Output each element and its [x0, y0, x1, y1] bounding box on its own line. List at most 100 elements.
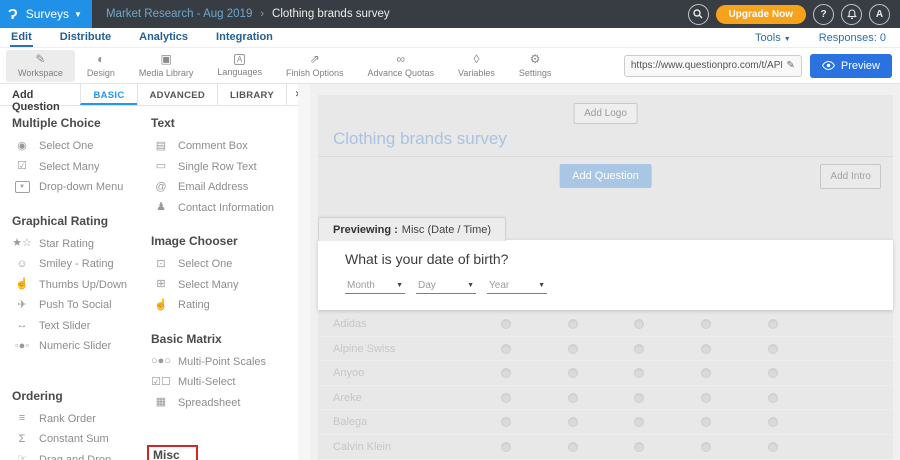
preview-button[interactable]: Preview: [810, 54, 892, 78]
question-type-select-one[interactable]: ◉Select One: [12, 136, 145, 157]
matrix-radio[interactable]: [634, 393, 644, 403]
question-type-drag-and-drop[interactable]: ☞Drag and Drop: [12, 450, 145, 460]
contact-icon: ♟: [151, 202, 171, 213]
question-type-select-many[interactable]: ⊞Select Many: [151, 275, 298, 296]
matrix-radio[interactable]: [501, 417, 511, 427]
matrix-radio[interactable]: [701, 417, 711, 427]
nav-link-distribute[interactable]: Distribute: [59, 29, 112, 47]
question-type-label: Push To Social: [39, 299, 112, 311]
day-dropdown[interactable]: Day▼: [416, 280, 476, 294]
month-dropdown[interactable]: Month▼: [345, 280, 405, 294]
matrix-radio[interactable]: [634, 368, 644, 378]
add-question-button[interactable]: Add Question: [559, 164, 652, 188]
matrix-radio[interactable]: [568, 393, 578, 403]
matrix-radio[interactable]: [768, 344, 778, 354]
survey-url[interactable]: https://www.questionpro.com/t/APNrfZ: [631, 60, 783, 71]
question-type-multi-point-scales[interactable]: ○●○Multi-Point Scales: [151, 352, 298, 373]
survey-url-box[interactable]: https://www.questionpro.com/t/APNrfZ ✎: [624, 55, 802, 77]
matrix-radio[interactable]: [701, 442, 711, 452]
toolbar-item-finish-options[interactable]: ⇗Finish Options: [274, 50, 356, 82]
app-logo-menu[interactable]: Ɂ Surveys ▼: [0, 0, 92, 28]
avatar[interactable]: A: [869, 4, 890, 25]
nav-link-edit[interactable]: Edit: [10, 29, 33, 47]
media-library-icon: ▣: [160, 53, 171, 66]
question-type-comment-box[interactable]: ▤Comment Box: [151, 136, 298, 157]
matrix-radio[interactable]: [568, 442, 578, 452]
header-divider: [318, 156, 893, 157]
panel-scroll-gutter[interactable]: [298, 84, 310, 460]
nav-links: Edit Distribute Analytics Integration: [0, 29, 274, 47]
add-logo-button[interactable]: Add Logo: [573, 103, 638, 124]
matrix-radio[interactable]: [568, 344, 578, 354]
matrix-radio[interactable]: [701, 368, 711, 378]
matrix-radio[interactable]: [501, 344, 511, 354]
toolbar-item-media-library[interactable]: ▣Media Library: [127, 50, 206, 82]
tools-menu[interactable]: Tools ▼: [755, 32, 791, 44]
toolbar-item-workspace[interactable]: ✎Workspace: [6, 50, 75, 82]
question-type-rank-order[interactable]: ≡Rank Order: [12, 409, 145, 430]
question-type-numeric-slider[interactable]: ◦●◦Numeric Slider: [12, 336, 145, 357]
matrix-radio[interactable]: [501, 393, 511, 403]
question-type-push-to-social[interactable]: ✈Push To Social: [12, 295, 145, 316]
matrix-radio[interactable]: [501, 442, 511, 452]
question-type-multi-select[interactable]: ☑☐Multi-Select: [151, 372, 298, 393]
question-mark-icon: ?: [820, 9, 826, 20]
matrix-radio[interactable]: [768, 442, 778, 452]
section-text: Text▤Comment Box▭Single Row Text@Email A…: [151, 116, 298, 218]
question-type-email-address[interactable]: @Email Address: [151, 177, 298, 198]
toolbar-item-variables[interactable]: ◊Variables: [446, 50, 507, 82]
question-type-contact-information[interactable]: ♟Contact Information: [151, 198, 298, 219]
toolbar-item-languages[interactable]: ALanguages: [205, 50, 274, 82]
toolbar-item-advance-quotas[interactable]: ∞Advance Quotas: [355, 50, 446, 82]
toolbar-item-settings[interactable]: ⚙Settings: [507, 50, 564, 82]
matrix-radio[interactable]: [501, 319, 511, 329]
question-type-select-many[interactable]: ☑Select Many: [12, 157, 145, 178]
question-type-drop-down-menu[interactable]: ▼Drop-down Menu: [12, 177, 145, 198]
matrix-radio[interactable]: [701, 393, 711, 403]
question-type-star-rating[interactable]: ★☆Star Rating: [12, 234, 145, 255]
question-type-select-one[interactable]: ⊡Select One: [151, 254, 298, 275]
matrix-radio[interactable]: [634, 417, 644, 427]
survey-title[interactable]: Clothing brands survey: [333, 129, 507, 149]
question-type-constant-sum[interactable]: ΣConstant Sum: [12, 429, 145, 450]
matrix-radio[interactable]: [568, 319, 578, 329]
matrix-radio[interactable]: [701, 319, 711, 329]
question-type-label: Smiley - Rating: [39, 258, 114, 270]
responses-count[interactable]: Responses: 0: [819, 32, 886, 44]
year-dropdown[interactable]: Year▼: [487, 280, 547, 294]
matrix-radio[interactable]: [501, 368, 511, 378]
matrix-radio[interactable]: [768, 368, 778, 378]
matrix-radio[interactable]: [568, 417, 578, 427]
add-intro-button[interactable]: Add Intro: [820, 164, 881, 189]
question-type-thumbs-up-down[interactable]: ☝Thumbs Up/Down: [12, 275, 145, 296]
section-title-highlighted: Misc: [147, 445, 198, 460]
tab-advanced[interactable]: ADVANCED: [137, 84, 218, 105]
surveys-menu[interactable]: Surveys ▼: [26, 7, 82, 21]
help-button[interactable]: ?: [813, 4, 834, 25]
question-type-rating[interactable]: ☝Rating: [151, 295, 298, 316]
question-type-text-slider[interactable]: ↔Text Slider: [12, 316, 145, 337]
matrix-radio[interactable]: [768, 319, 778, 329]
edit-url-icon[interactable]: ✎: [786, 60, 794, 71]
tab-basic[interactable]: BASIC: [80, 84, 136, 105]
text-slider-icon: ↔: [12, 320, 32, 331]
matrix-radio[interactable]: [768, 393, 778, 403]
nav-link-analytics[interactable]: Analytics: [138, 29, 189, 47]
matrix-radio[interactable]: [701, 344, 711, 354]
question-type-spreadsheet[interactable]: ▦Spreadsheet: [151, 393, 298, 414]
question-type-smiley-rating[interactable]: ☺Smiley - Rating: [12, 254, 145, 275]
breadcrumb-parent[interactable]: Market Research - Aug 2019: [106, 8, 252, 20]
nav-link-integration[interactable]: Integration: [215, 29, 274, 47]
question-type-single-row-text[interactable]: ▭Single Row Text: [151, 157, 298, 178]
matrix-radio[interactable]: [634, 319, 644, 329]
upgrade-now-button[interactable]: Upgrade Now: [716, 5, 806, 24]
matrix-radio[interactable]: [634, 442, 644, 452]
brand-label: Anyoo: [333, 367, 364, 379]
notifications-button[interactable]: [841, 4, 862, 25]
matrix-radio[interactable]: [568, 368, 578, 378]
matrix-radio[interactable]: [634, 344, 644, 354]
matrix-radio[interactable]: [768, 417, 778, 427]
toolbar-item-design[interactable]: ◐Design: [75, 50, 127, 82]
search-button[interactable]: [688, 4, 709, 25]
tab-library[interactable]: LIBRARY: [217, 84, 286, 105]
